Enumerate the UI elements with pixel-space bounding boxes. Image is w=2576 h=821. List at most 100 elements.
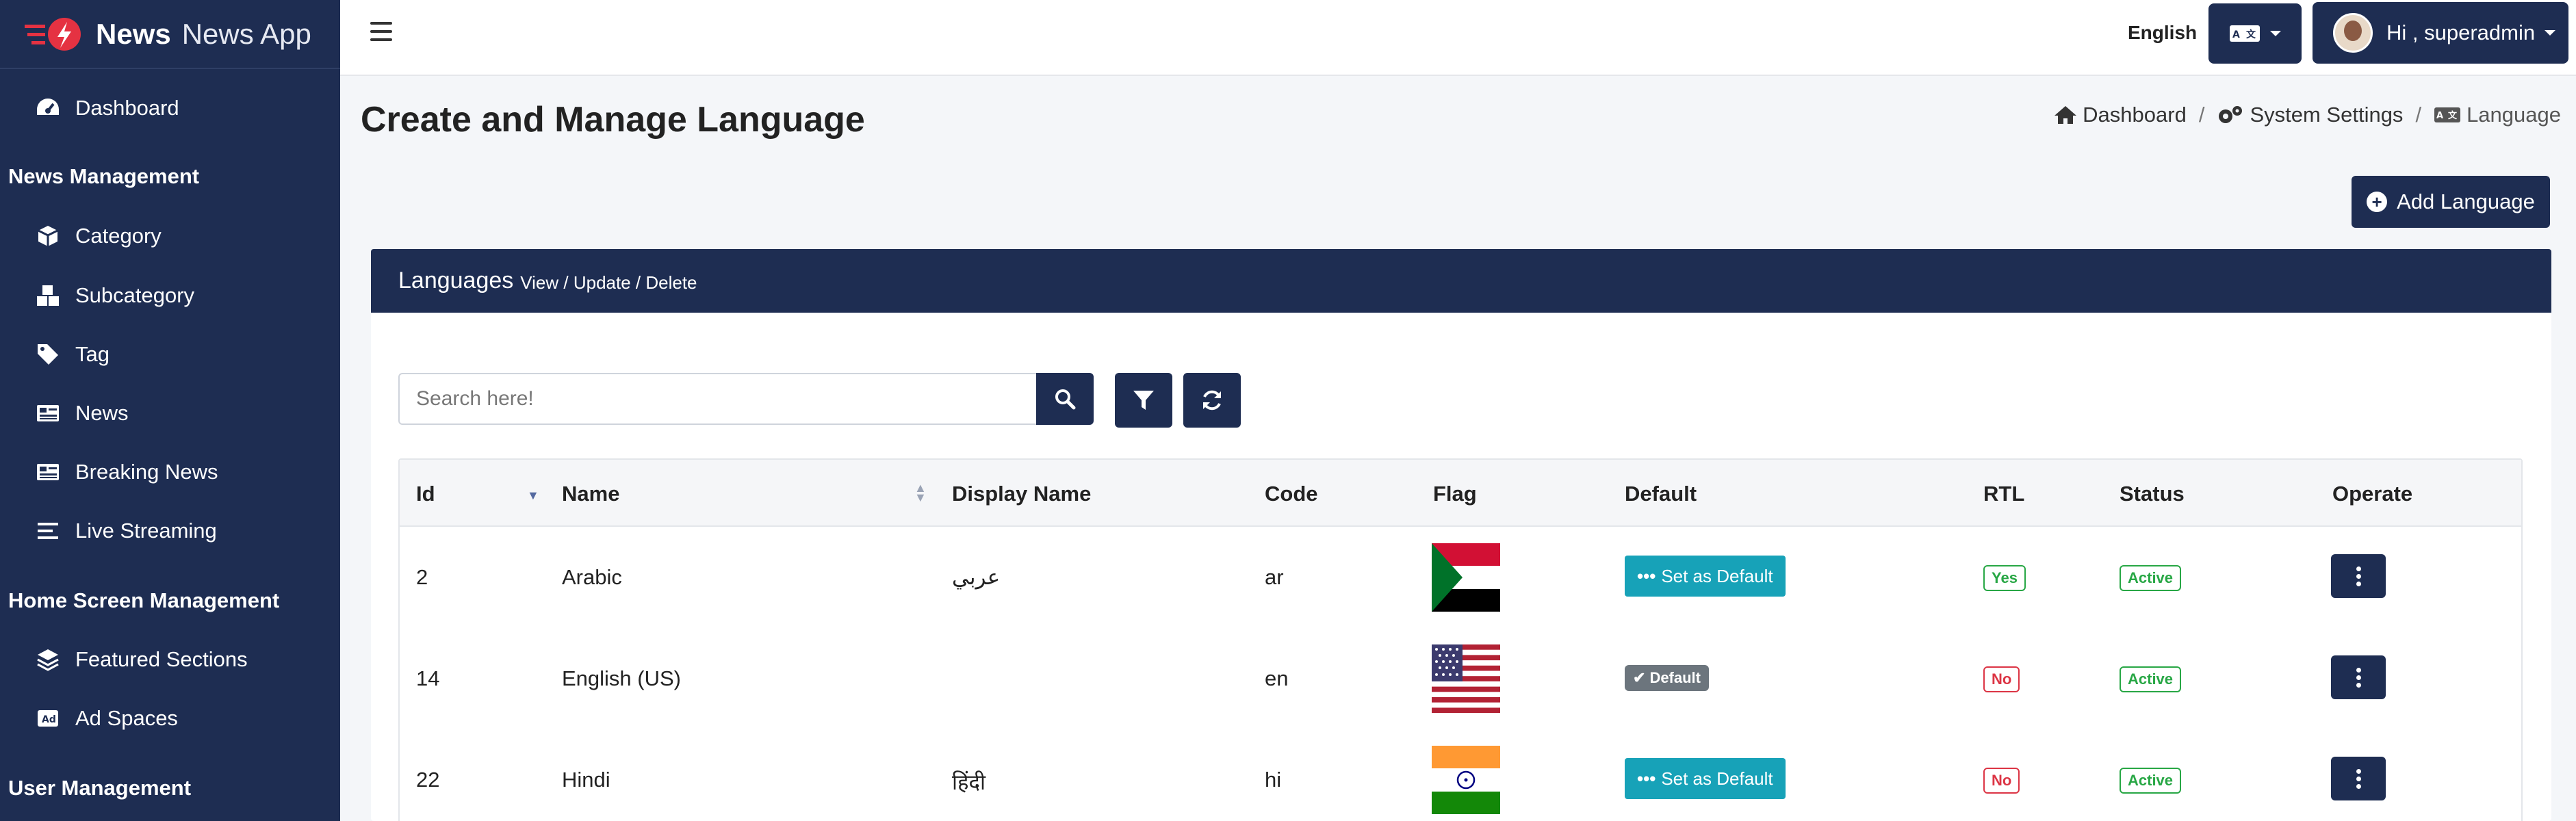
operate-menu-button[interactable] xyxy=(2331,757,2386,800)
filter-button[interactable] xyxy=(1115,373,1172,428)
status-badge: Active xyxy=(2120,768,2182,794)
brand-logo-icon xyxy=(25,17,81,51)
page-title: Create and Manage Language xyxy=(361,100,865,140)
sidebar-item-dashboard[interactable]: Dashboard xyxy=(34,94,179,122)
refresh-button[interactable] xyxy=(1183,373,1241,428)
column-header-rtl: RTL xyxy=(1983,482,2025,506)
cell-name: Hindi xyxy=(562,768,610,792)
tag-icon xyxy=(34,341,62,368)
column-header-display-name: Display Name xyxy=(952,482,1092,506)
cube-icon xyxy=(34,222,62,250)
menu-toggle-icon[interactable] xyxy=(370,22,392,41)
sudan-flag-icon xyxy=(1432,543,1500,612)
india-flag-icon xyxy=(1432,746,1500,814)
table-row: 22 Hindi हिंदी hi ••• Set as Default No … xyxy=(400,729,2521,821)
languages-card: Languages View / Update / Delete Id ▼ Na… xyxy=(371,249,2551,821)
sidebar-item-tag[interactable]: Tag xyxy=(34,341,110,368)
search-input[interactable] xyxy=(398,373,1036,425)
translate-icon: A文 xyxy=(2230,25,2260,42)
operate-menu-button[interactable] xyxy=(2331,655,2386,699)
ellipsis-icon: ••• xyxy=(1637,768,1656,789)
layers-icon xyxy=(34,646,62,673)
sidebar-item-label: Subcategory xyxy=(75,283,195,307)
cell-code: ar xyxy=(1265,565,1284,589)
operate-menu-button[interactable] xyxy=(2331,554,2386,598)
chevron-down-icon xyxy=(2545,30,2556,36)
brand-name: News xyxy=(96,17,171,50)
card-header: Languages View / Update / Delete xyxy=(371,249,2551,313)
home-icon xyxy=(2054,105,2077,125)
ad-icon: Ad xyxy=(34,705,62,732)
svg-text:Ad: Ad xyxy=(42,714,56,725)
breadcrumb-system-settings[interactable]: System Settings xyxy=(2250,103,2403,127)
sidebar-item-news[interactable]: News xyxy=(34,400,129,427)
add-language-button[interactable]: + Add Language xyxy=(2352,176,2550,228)
ellipsis-icon: ••• xyxy=(1637,565,1656,586)
svg-text:A: A xyxy=(2232,29,2240,40)
card-title: Languages xyxy=(398,268,514,294)
cell-name: Arabic xyxy=(562,565,622,589)
cubes-icon xyxy=(34,282,62,309)
sidebar-item-ad-spaces[interactable]: Ad Ad Spaces xyxy=(34,705,178,732)
sidebar-item-label: Category xyxy=(75,224,162,248)
column-header-name[interactable]: Name xyxy=(562,482,619,506)
search-icon xyxy=(1055,389,1076,410)
language-switch-button[interactable]: A文 xyxy=(2208,3,2302,64)
search-button[interactable] xyxy=(1036,373,1094,425)
us-flag-icon xyxy=(1432,644,1500,713)
sidebar-item-label: Dashboard xyxy=(75,96,179,120)
refresh-icon xyxy=(1203,390,1221,410)
cell-display-name: عربي xyxy=(952,565,1001,590)
sidebar-item-breaking-news[interactable]: Breaking News xyxy=(34,458,218,486)
user-menu-button[interactable]: Hi , superadmin xyxy=(2313,2,2568,64)
brand[interactable]: News News App xyxy=(0,0,340,69)
sidebar-item-category[interactable]: Category xyxy=(34,222,162,250)
set-default-label: Set as Default xyxy=(1661,565,1773,586)
svg-text:文: 文 xyxy=(2448,110,2458,121)
set-default-button[interactable]: ••• Set as Default xyxy=(1625,758,1786,799)
chevron-down-icon xyxy=(2270,31,2281,36)
column-header-status: Status xyxy=(2120,482,2185,506)
sidebar-item-label: News xyxy=(75,401,129,425)
current-language: English xyxy=(2128,22,2198,43)
gears-icon xyxy=(2217,105,2244,125)
breadcrumb-dashboard[interactable]: Dashboard xyxy=(2083,103,2187,127)
cell-display-name: हिंदी xyxy=(952,770,986,795)
kebab-icon xyxy=(2356,768,2361,774)
status-badge: Active xyxy=(2120,666,2182,692)
column-header-flag: Flag xyxy=(1433,482,1477,506)
plus-circle-icon: + xyxy=(2367,192,2388,212)
cell-name: English (US) xyxy=(562,666,681,690)
sidebar-item-label: Featured Sections xyxy=(75,647,248,671)
set-default-label: Set as Default xyxy=(1661,768,1773,789)
table-row: 2 Arabic عربي ar ••• Set as Default Yes … xyxy=(400,527,2521,628)
cell-code: hi xyxy=(1265,768,1282,792)
svg-text:A: A xyxy=(2436,111,2443,121)
topbar: English A文 Hi , superadmin xyxy=(340,0,2576,76)
list-icon xyxy=(34,517,62,545)
search-bar xyxy=(398,373,1094,425)
sidebar-section-user-management: User Management xyxy=(8,776,192,800)
set-default-button[interactable]: ••• Set as Default xyxy=(1625,556,1786,597)
column-header-id[interactable]: Id xyxy=(416,482,435,506)
status-badge: Active xyxy=(2120,565,2182,591)
gauge-icon xyxy=(34,94,62,122)
table-row: 14 English (US) en ✔ Default No Active xyxy=(400,628,2521,729)
cell-id: 14 xyxy=(416,666,440,690)
sidebar-section-home-screen-management: Home Screen Management xyxy=(8,588,280,612)
table-header: Id ▼ Name ▲ ▼ Display Name Code Flag Defa… xyxy=(400,460,2521,527)
sort-desc-icon[interactable]: ▼ xyxy=(527,488,539,503)
translate-icon: A文 xyxy=(2434,107,2461,123)
sort-both-icon[interactable]: ▲ ▼ xyxy=(914,482,927,504)
column-header-default: Default xyxy=(1625,482,1697,506)
sidebar-item-subcategory[interactable]: Subcategory xyxy=(34,282,194,309)
user-greeting: Hi , superadmin xyxy=(2386,21,2536,44)
default-badge: ✔ Default xyxy=(1625,665,1709,691)
rtl-badge: Yes xyxy=(1983,565,2026,591)
sidebar-item-featured-sections[interactable]: Featured Sections xyxy=(34,646,248,673)
sidebar-item-live-streaming[interactable]: Live Streaming xyxy=(34,517,217,545)
breadcrumb: Dashboard / System Settings / A文 Languag… xyxy=(2054,103,2561,127)
card-subtitle: View / Update / Delete xyxy=(520,272,697,293)
kebab-icon xyxy=(2356,566,2361,571)
avatar xyxy=(2333,13,2373,53)
